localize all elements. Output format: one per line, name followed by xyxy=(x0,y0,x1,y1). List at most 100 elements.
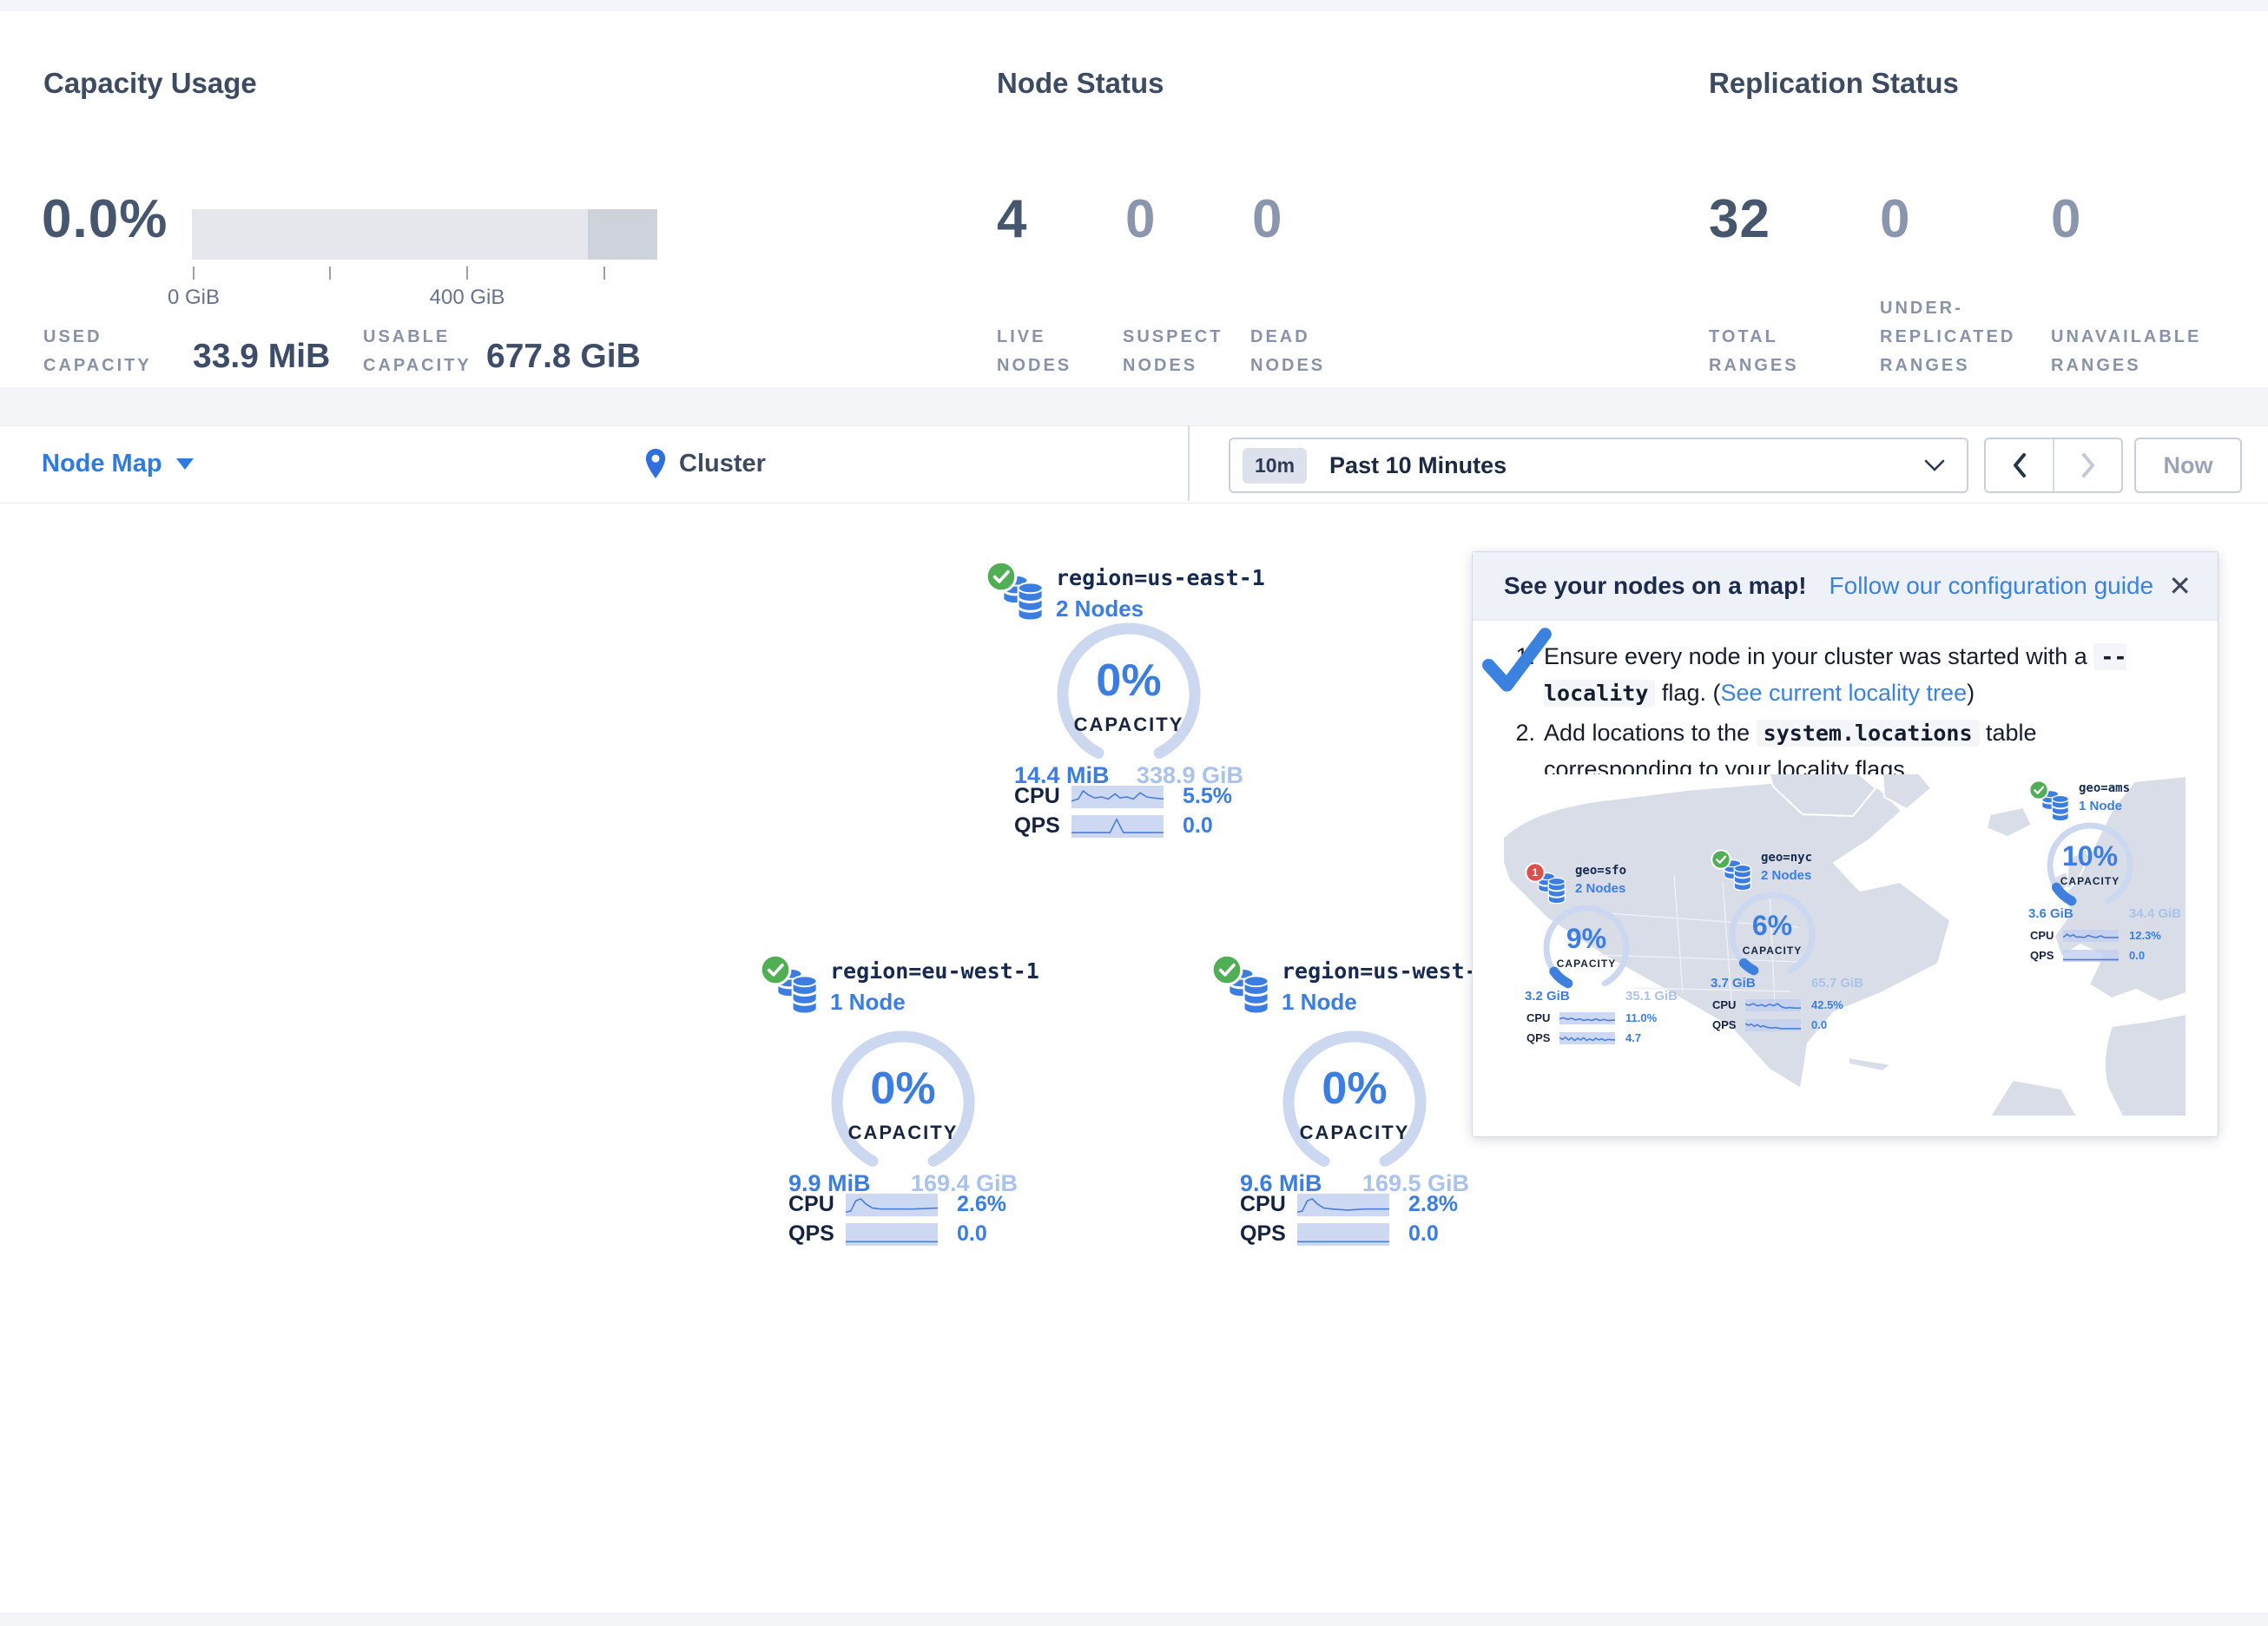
breadcrumb-label: Cluster xyxy=(679,450,766,478)
locality-node-count: 1 Node xyxy=(2079,799,2122,813)
gauge-percent: 6% xyxy=(1724,910,1820,942)
time-step-buttons xyxy=(1984,438,2123,493)
page-background-strip xyxy=(0,0,2268,11)
qps-value: 0.0 xyxy=(1811,1018,1827,1031)
region-card-us-east-1[interactable]: region=us-east-1 2 Nodes 0% CAPACITY 14.… xyxy=(981,560,1276,890)
gauge-percent: 9% xyxy=(1539,923,1634,955)
cpu-label: CPU xyxy=(1526,1011,1559,1024)
view-selector-dropdown[interactable]: Node Map xyxy=(42,425,194,502)
time-forward-button[interactable] xyxy=(2054,439,2121,491)
capacity-gauge: 0% CAPACITY xyxy=(1051,616,1207,773)
capacity-reserved-segment xyxy=(588,209,657,260)
cpu-sparkline xyxy=(1297,1194,1389,1216)
close-icon[interactable]: ✕ xyxy=(2168,572,2192,600)
cpu-label: CPU xyxy=(1014,784,1071,809)
qps-value: 0.0 xyxy=(1183,813,1213,839)
gauge-percent: 0% xyxy=(825,1063,981,1115)
capacity-gauge: 6% CAPACITY xyxy=(1724,887,1820,983)
qps-sparkline xyxy=(846,1223,938,1246)
qps-label: QPS xyxy=(2030,949,2063,962)
view-selector-label: Node Map xyxy=(42,450,162,478)
used-value: 3.7 GiB xyxy=(1711,976,1756,991)
cpu-label: CPU xyxy=(1240,1192,1297,1217)
healthy-badge-icon xyxy=(759,953,792,986)
popup-title: See your nodes on a map! xyxy=(1504,572,1807,600)
qps-label: QPS xyxy=(1014,813,1071,839)
cpu-label: CPU xyxy=(788,1192,846,1217)
qps-value: 0.0 xyxy=(1408,1221,1439,1247)
replication-status-title: Replication Status xyxy=(1709,67,1959,100)
node-status-title: Node Status xyxy=(997,67,1164,100)
map-node-geo-ams[interactable]: geo=ams 1 Node 10% CAPACITY 3.6 GiB 34.4… xyxy=(2028,780,2202,979)
cpu-value: 2.6% xyxy=(957,1192,1006,1217)
region-label: region=us-east-1 xyxy=(1056,565,1265,590)
chevron-right-icon xyxy=(2080,451,2097,479)
cpu-sparkline xyxy=(1071,786,1164,808)
gauge-percent: 10% xyxy=(2042,840,2138,872)
time-range-badge: 10m xyxy=(1243,448,1307,484)
locality-tree-link[interactable]: See current locality tree xyxy=(1720,680,1967,706)
gauge-caption: CAPACITY xyxy=(1539,958,1634,970)
healthy-badge-icon xyxy=(985,560,1018,593)
toolbar-divider xyxy=(1188,426,1190,501)
qps-sparkline xyxy=(1745,1019,1801,1031)
locality-label: geo=sfo xyxy=(1575,864,1626,878)
locality-node-count: 2 Nodes xyxy=(1575,881,1625,896)
cpu-value: 5.5% xyxy=(1183,784,1232,809)
qps-value: 4.7 xyxy=(1625,1031,1641,1044)
locality-node-count: 2 Nodes xyxy=(1761,868,1811,883)
used-capacity-label: USED CAPACITY xyxy=(43,241,200,380)
breadcrumb[interactable]: Cluster xyxy=(644,425,766,502)
qps-label: QPS xyxy=(1712,1018,1745,1031)
region-card-us-west-1[interactable]: region=us-west-1 1 Node 0% CAPACITY 9.6 … xyxy=(1207,953,1502,1283)
total-ranges-label: TOTAL RANGES xyxy=(1709,241,1822,380)
healthy-badge-icon xyxy=(1711,849,1731,870)
caret-down-icon xyxy=(176,458,194,470)
gauge-caption: CAPACITY xyxy=(2042,875,2138,887)
qps-sparkline xyxy=(1559,1032,1615,1044)
time-range-label: Past 10 Minutes xyxy=(1329,452,1507,479)
time-back-button[interactable] xyxy=(1986,439,2054,491)
inline-code: system.locations xyxy=(1757,720,1980,747)
map-node-geo-sfo[interactable]: geo=sfo 2 Nodes 9% CAPACITY 3.2 GiB 35.1… xyxy=(1525,862,1698,1062)
cpu-value: 11.0% xyxy=(1625,1011,1657,1024)
unavailable-label: UNAVAILABLE RANGES xyxy=(2051,241,2225,380)
under-replicated-label: UNDER-REPLICATED RANGES xyxy=(1880,241,2032,380)
region-node-count: 1 Node xyxy=(1282,989,1357,1016)
qps-sparkline xyxy=(1297,1223,1389,1246)
section-divider-band xyxy=(0,387,2268,425)
configuration-guide-link[interactable]: Follow our configuration guide xyxy=(1830,572,2154,600)
map-node-geo-nyc[interactable]: geo=nyc 2 Nodes 6% CAPACITY 3.7 GiB 65.7… xyxy=(1711,849,1884,1049)
cpu-label: CPU xyxy=(2030,929,2063,942)
gauge-percent: 0% xyxy=(1051,655,1207,707)
qps-label: QPS xyxy=(1240,1221,1297,1247)
cpu-sparkline xyxy=(1745,999,1801,1011)
gauge-caption: CAPACITY xyxy=(1051,714,1207,736)
region-label: region=us-west-1 xyxy=(1282,958,1491,984)
qps-label: QPS xyxy=(1526,1031,1559,1044)
alert-badge-icon xyxy=(1525,862,1546,883)
gauge-caption: CAPACITY xyxy=(825,1122,981,1144)
axis-tick xyxy=(603,267,605,280)
gauge-percent: 0% xyxy=(1276,1063,1433,1115)
healthy-badge-icon xyxy=(1210,953,1243,986)
suspect-nodes-label: SUSPECT NODES xyxy=(1123,241,1236,380)
cpu-value: 42.5% xyxy=(1811,998,1843,1011)
time-range-selector[interactable]: 10m Past 10 Minutes xyxy=(1229,438,1968,493)
total-value: 65.7 GiB xyxy=(1811,976,1863,991)
dead-nodes-label: DEAD NODES xyxy=(1250,241,1346,380)
step-complete-check-icon xyxy=(1481,625,1554,698)
region-card-eu-west-1[interactable]: region=eu-west-1 1 Node 0% CAPACITY 9.9 … xyxy=(755,953,1051,1283)
cluster-summary-bar: Capacity Usage 0.0% 0 GiB 400 GiB USED C… xyxy=(0,11,2268,388)
gauge-caption: CAPACITY xyxy=(1724,945,1820,957)
usable-capacity-value: 677.8 GiB xyxy=(486,338,641,376)
now-button[interactable]: Now xyxy=(2134,438,2242,493)
map-pin-icon xyxy=(644,448,667,479)
popup-header: See your nodes on a map! Follow our conf… xyxy=(1473,552,2218,621)
capacity-usage-title: Capacity Usage xyxy=(43,67,257,100)
step-text: Ensure every node in your cluster was st… xyxy=(1544,639,2183,712)
locality-label: geo=ams xyxy=(2079,781,2130,795)
setup-steps: 1. Ensure every node in your cluster was… xyxy=(1506,639,2183,791)
qps-value: 0.0 xyxy=(957,1221,987,1247)
capacity-gauge: 10% CAPACITY xyxy=(2042,818,2138,913)
